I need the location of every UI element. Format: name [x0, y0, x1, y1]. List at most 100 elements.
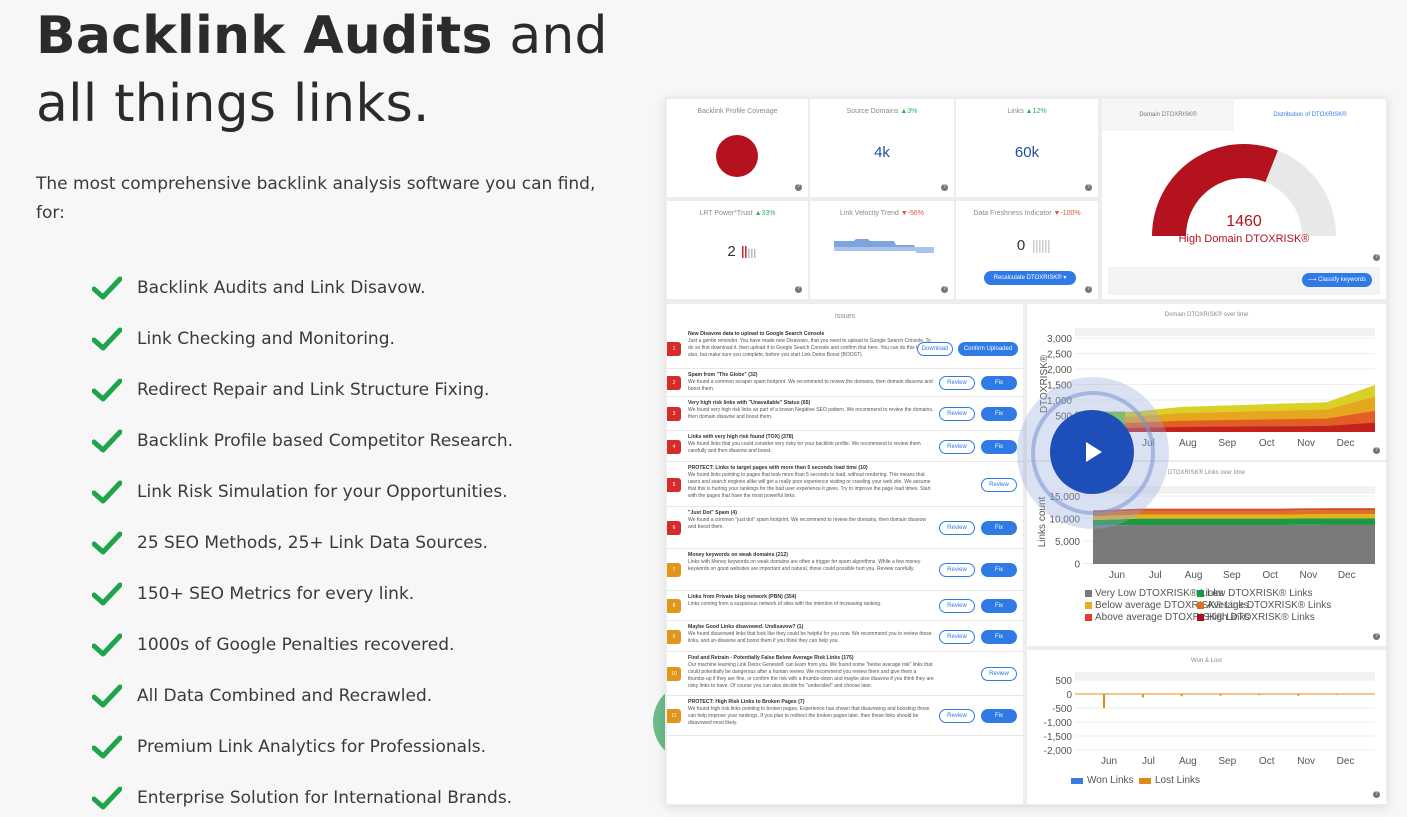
issue-number: 7	[667, 563, 681, 577]
issue-text: We found links pointing to pages that to…	[688, 472, 931, 499]
hero-title-line2: all things links.	[36, 74, 430, 134]
x-tick-label: Sep	[1223, 570, 1241, 581]
velocity-delta: -56%	[907, 210, 924, 217]
source-domains-card: Source Domains ▲3% 4k ?	[810, 99, 954, 197]
issue-title: Money keywords on weak domains (212)	[688, 552, 789, 558]
legend-label: Lost Links	[1155, 775, 1200, 786]
freshness-sparkbars	[1033, 240, 1050, 253]
x-tick-label: Oct	[1262, 570, 1278, 581]
bar-lost	[1336, 694, 1339, 695]
freshness-title: Data Freshness Indicator	[973, 210, 1052, 217]
x-tick-label: Oct	[1259, 756, 1275, 767]
feature-item: 150+ SEO Metrics for every link.	[92, 568, 513, 619]
fix-button[interactable]: Fix	[981, 521, 1017, 535]
issue-title: PROTECT: Links to target pages with more…	[688, 465, 868, 471]
checkmark-icon	[92, 684, 122, 707]
review-button[interactable]: Review	[939, 630, 975, 644]
feature-label: All Data Combined and Recrawled.	[137, 685, 433, 706]
help-icon[interactable]: ?	[941, 184, 948, 191]
risk-value: 1460	[1226, 213, 1262, 230]
x-tick-label: Jul	[1149, 570, 1162, 581]
review-button[interactable]: Review	[981, 478, 1017, 492]
fix-button[interactable]: Fix	[981, 376, 1017, 390]
y-tick-label: -1,500	[1044, 732, 1073, 743]
risk-label: High Domain DTOXRISK®	[1178, 233, 1310, 245]
help-icon[interactable]: ?	[1373, 791, 1380, 798]
fix-button[interactable]: Fix	[981, 440, 1017, 454]
velocity-card: Link Velocity Trend ▼-56% ?	[810, 201, 954, 299]
play-video-button[interactable]	[1050, 410, 1134, 494]
bar-lost	[1180, 694, 1183, 697]
confirm-uploaded-button[interactable]: Confirm Uploaded	[958, 342, 1018, 356]
issue-number: 6	[667, 521, 681, 535]
issue-title: "Just Dot" Spam (4)	[688, 510, 738, 516]
help-icon[interactable]: ?	[1085, 184, 1092, 191]
checkmark-icon	[92, 327, 122, 350]
x-tick-label: Nov	[1297, 438, 1315, 449]
fix-button[interactable]: Fix	[981, 407, 1017, 421]
y-tick-label: 0	[1074, 560, 1080, 571]
legend-label: Average DTOXRISK® Links	[1207, 600, 1331, 611]
issue-text: We found high risk links pointing to bro…	[688, 706, 930, 726]
freshness-delta: -100%	[1060, 210, 1081, 217]
x-tick-label: Aug	[1179, 756, 1197, 767]
fix-button[interactable]: Fix	[981, 563, 1017, 577]
review-button[interactable]: Review	[939, 709, 975, 723]
review-button[interactable]: Review	[981, 667, 1017, 681]
issue-text: We found links that you could consider v…	[688, 441, 921, 454]
legend-label: Very Low DTOXRISK® Links	[1095, 588, 1223, 599]
x-tick-label: Sep	[1218, 438, 1236, 449]
x-tick-label: Nov	[1297, 756, 1315, 767]
help-icon[interactable]: ?	[1373, 633, 1380, 640]
issue-text: Links coming from a suspicious network o…	[688, 601, 882, 607]
legend-label: Won Links	[1087, 775, 1134, 786]
help-icon[interactable]: ?	[795, 286, 802, 293]
range-slider	[1075, 672, 1375, 680]
review-button[interactable]: Review	[939, 521, 975, 535]
legend-label: Low DTOXRISK® Links	[1207, 588, 1313, 599]
fix-button[interactable]: Fix	[981, 599, 1017, 613]
x-tick-label: Dec	[1337, 756, 1355, 767]
links-value: 60k	[1014, 144, 1040, 161]
fix-button[interactable]: Fix	[981, 630, 1017, 644]
feature-label: Link Risk Simulation for your Opportunit…	[137, 481, 508, 502]
fix-button[interactable]: Fix	[981, 709, 1017, 723]
review-button[interactable]: Review	[939, 563, 975, 577]
tab-distribution-dtoxrisk[interactable]: Distribution of DTOXRISK®	[1234, 99, 1386, 131]
help-icon[interactable]: ?	[1373, 254, 1380, 261]
download-button[interactable]: Download	[917, 342, 953, 356]
freshness-value: 0	[1016, 237, 1026, 254]
issue-row: 7 Money keywords on weak domains (212) Lin…	[667, 549, 1023, 591]
review-button[interactable]: Review	[939, 440, 975, 454]
checkmark-icon	[92, 786, 122, 809]
y-tick-label: 500	[1055, 676, 1072, 687]
velocity-sparkline	[834, 239, 934, 253]
checkmark-icon	[92, 633, 122, 656]
legend-swatch	[1085, 614, 1092, 621]
issue-row: 4 Links with very high risk found (TOX) (…	[667, 431, 1023, 462]
chart1-title: Domain DTOXRISK® over time	[1164, 312, 1249, 318]
hero-title-rest: and	[492, 6, 608, 66]
help-icon[interactable]: ?	[795, 184, 802, 191]
issue-row: 6 "Just Dot" Spam (4) We found a common "j…	[667, 507, 1023, 549]
feature-list: Backlink Audits and Link Disavow. Link Ch…	[92, 262, 513, 817]
issue-title: Links from Private blog network (PBN) (3…	[688, 594, 797, 600]
help-icon[interactable]: ?	[941, 286, 948, 293]
issue-row: 11 PROTECT: High Risk Links to Broken Pag…	[667, 696, 1023, 736]
source-domains-title: Source Domains	[846, 108, 899, 115]
classify-keywords-button[interactable]: ⟶ Classify keywords	[1302, 273, 1372, 287]
review-button[interactable]: Review	[939, 376, 975, 390]
issue-number: 2	[667, 376, 681, 390]
review-button[interactable]: Review	[939, 407, 975, 421]
issue-row: 1 New Disavow data to upload to Google Se…	[667, 328, 1023, 369]
help-icon[interactable]: ?	[1373, 447, 1380, 454]
issues-panel: Issues 1 New Disavow data to upload to Go…	[667, 304, 1023, 804]
x-tick-label: Aug	[1179, 438, 1197, 449]
review-button[interactable]: Review	[939, 599, 975, 613]
risk-card: Domain DTOXRISK® Distribution of DTOXRIS…	[1102, 99, 1386, 299]
bar-lost	[1103, 694, 1105, 708]
lrt-power-card: LRT Power*Trust ▲33% 2 ?	[667, 201, 808, 299]
recalculate-button[interactable]: Recalculate DTOXRISK® ▾	[984, 271, 1076, 285]
help-icon[interactable]: ?	[1085, 286, 1092, 293]
tab-domain-dtoxrisk[interactable]: Domain DTOXRISK®	[1102, 99, 1234, 131]
